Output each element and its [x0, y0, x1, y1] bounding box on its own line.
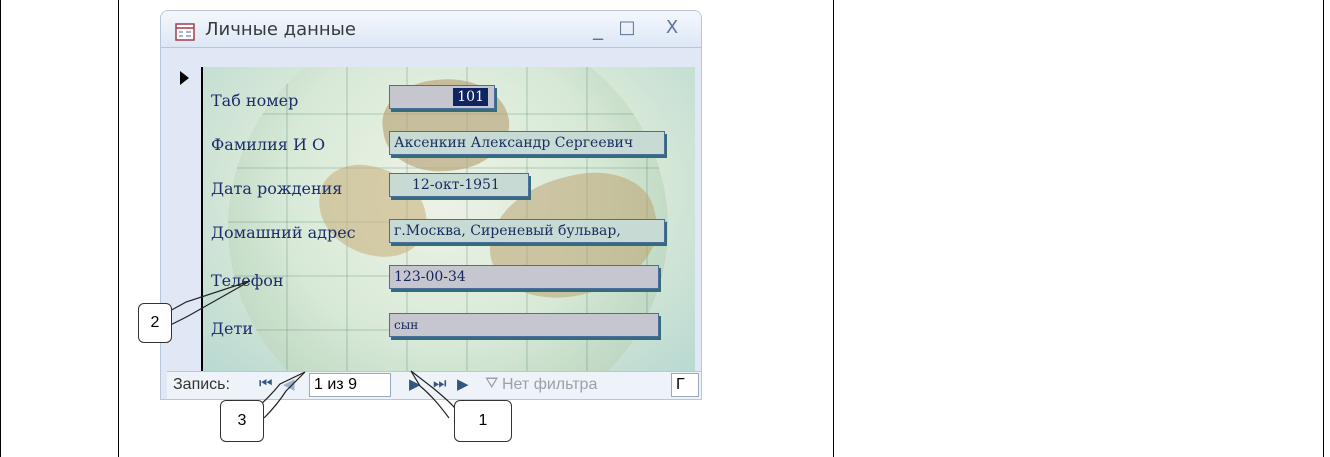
employee-number-value: 101 — [453, 88, 488, 106]
search-field[interactable]: Г — [671, 373, 699, 397]
table-left-border — [0, 0, 1, 457]
form-background-map: Таб номер 101 Фамилия И О Аксенкин Алекс… — [203, 67, 695, 371]
close-button[interactable]: X — [661, 17, 683, 39]
record-label: Запись: — [173, 376, 230, 393]
next-record-icon[interactable]: ▶ — [409, 375, 421, 393]
phone-field[interactable]: 123-00-34 — [389, 265, 659, 289]
full-name-field[interactable]: Аксенкин Александр Сергеевич — [389, 131, 665, 155]
form-view-icon — [175, 23, 195, 41]
employee-number-label: Таб номер — [211, 91, 299, 110]
record-navigation-bar: Запись: ⏮ ◀ 1 из 9 ▶ ⏭ ▶ ⛛ Нет фильтра Г — [167, 371, 701, 399]
form-title: Личные данные — [205, 19, 356, 40]
birth-date-label: Дата рождения — [211, 179, 343, 198]
current-record-arrow-icon — [180, 71, 189, 85]
callout-one: 1 — [454, 400, 512, 442]
previous-record-icon[interactable]: ◀ — [283, 375, 295, 393]
callout-three: 3 — [220, 400, 264, 442]
personal-data-form-window: Личные данные _ □ X Таб номер 101 Фамили… — [160, 10, 702, 400]
birth-date-field[interactable]: 12-окт-1951 — [389, 173, 529, 197]
new-record-icon[interactable]: ▶ — [457, 375, 469, 393]
current-record-field[interactable]: 1 из 9 — [309, 373, 391, 397]
full-name-label: Фамилия И О — [211, 135, 326, 154]
table-right-border — [1323, 0, 1324, 457]
filter-status[interactable]: Нет фильтра — [502, 376, 597, 394]
children-field[interactable]: сын — [389, 313, 659, 337]
callout-two: 2 — [138, 303, 172, 343]
maximize-button[interactable]: □ — [616, 17, 638, 39]
children-label: Дети — [211, 319, 253, 338]
last-record-icon[interactable]: ⏭ — [433, 375, 447, 392]
form-title-bar: Личные данные _ □ X — [161, 11, 701, 48]
employee-number-field[interactable]: 101 — [389, 85, 495, 109]
minimize-button[interactable]: _ — [587, 17, 609, 39]
filter-icon[interactable]: ⛛ — [485, 375, 498, 393]
first-record-icon[interactable]: ⏮ — [259, 375, 273, 392]
table-first-column-divider — [118, 0, 119, 457]
phone-label: Телефон — [211, 271, 284, 290]
table-middle-divider — [833, 0, 834, 457]
record-selector[interactable] — [167, 67, 201, 371]
home-address-label: Домашний адрес — [211, 223, 356, 242]
home-address-field[interactable]: г.Москва, Сиреневый бульвар, — [389, 219, 665, 243]
